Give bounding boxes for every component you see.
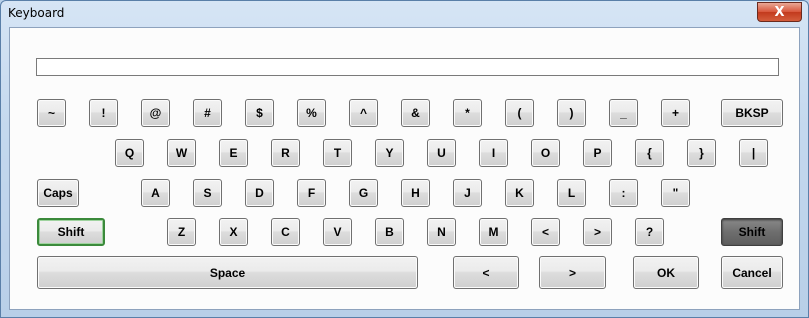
- title-bar[interactable]: Keyboard X: [1, 1, 808, 27]
- key-c[interactable]: C: [271, 218, 300, 246]
- key-u[interactable]: U: [427, 139, 456, 167]
- keyboard-panel: ~ ! @ # $ % ^ & * ( ) _ + BKSP Q W E R T…: [9, 27, 800, 310]
- key-x[interactable]: X: [219, 218, 248, 246]
- ok-button[interactable]: OK: [633, 256, 699, 289]
- key-plus[interactable]: +: [661, 99, 690, 127]
- key-s[interactable]: S: [193, 179, 222, 207]
- key-close-paren[interactable]: ): [557, 99, 586, 127]
- key-cursor-right[interactable]: >: [539, 256, 606, 289]
- key-caret[interactable]: ^: [349, 99, 378, 127]
- key-exclamation[interactable]: !: [89, 99, 118, 127]
- key-tilde[interactable]: ~: [37, 99, 66, 127]
- key-z[interactable]: Z: [167, 218, 196, 246]
- window-title: Keyboard: [8, 6, 65, 20]
- key-dollar[interactable]: $: [245, 99, 274, 127]
- key-w[interactable]: W: [167, 139, 196, 167]
- key-q[interactable]: Q: [115, 139, 144, 167]
- key-j[interactable]: J: [453, 179, 482, 207]
- key-hash[interactable]: #: [193, 99, 222, 127]
- key-ampersand[interactable]: &: [401, 99, 430, 127]
- key-h[interactable]: H: [401, 179, 430, 207]
- key-shift-right[interactable]: Shift: [721, 218, 783, 246]
- key-less-than[interactable]: <: [531, 218, 560, 246]
- key-i[interactable]: I: [479, 139, 508, 167]
- key-greater-than[interactable]: >: [583, 218, 612, 246]
- key-close-brace[interactable]: }: [687, 139, 716, 167]
- key-backspace[interactable]: BKSP: [721, 99, 783, 127]
- cancel-button[interactable]: Cancel: [721, 256, 783, 289]
- key-question[interactable]: ?: [635, 218, 664, 246]
- key-m[interactable]: M: [479, 218, 508, 246]
- key-shift-left[interactable]: Shift: [37, 218, 105, 246]
- keyboard-window: Keyboard X ~ ! @ # $ % ^ & * ( ) _ + BKS…: [0, 0, 809, 318]
- key-t[interactable]: T: [323, 139, 352, 167]
- key-y[interactable]: Y: [375, 139, 404, 167]
- key-d[interactable]: D: [245, 179, 274, 207]
- close-button[interactable]: X: [757, 2, 802, 22]
- key-pipe[interactable]: |: [739, 139, 768, 167]
- key-v[interactable]: V: [323, 218, 352, 246]
- key-p[interactable]: P: [583, 139, 612, 167]
- key-open-brace[interactable]: {: [635, 139, 664, 167]
- key-l[interactable]: L: [557, 179, 586, 207]
- key-r[interactable]: R: [271, 139, 300, 167]
- key-b[interactable]: B: [375, 218, 404, 246]
- key-k[interactable]: K: [505, 179, 534, 207]
- key-percent[interactable]: %: [297, 99, 326, 127]
- key-n[interactable]: N: [427, 218, 456, 246]
- key-g[interactable]: G: [349, 179, 378, 207]
- key-cursor-left[interactable]: <: [453, 256, 519, 289]
- key-e[interactable]: E: [219, 139, 248, 167]
- key-quote[interactable]: ": [661, 179, 690, 207]
- key-caps[interactable]: Caps: [37, 179, 79, 207]
- text-input[interactable]: [36, 58, 779, 76]
- key-f[interactable]: F: [297, 179, 326, 207]
- key-o[interactable]: O: [531, 139, 560, 167]
- key-space[interactable]: Space: [37, 256, 418, 289]
- key-asterisk[interactable]: *: [453, 99, 482, 127]
- key-at[interactable]: @: [141, 99, 170, 127]
- close-icon: X: [774, 4, 785, 20]
- key-colon[interactable]: :: [609, 179, 638, 207]
- key-a[interactable]: A: [141, 179, 170, 207]
- key-underscore[interactable]: _: [609, 99, 638, 127]
- key-open-paren[interactable]: (: [505, 99, 534, 127]
